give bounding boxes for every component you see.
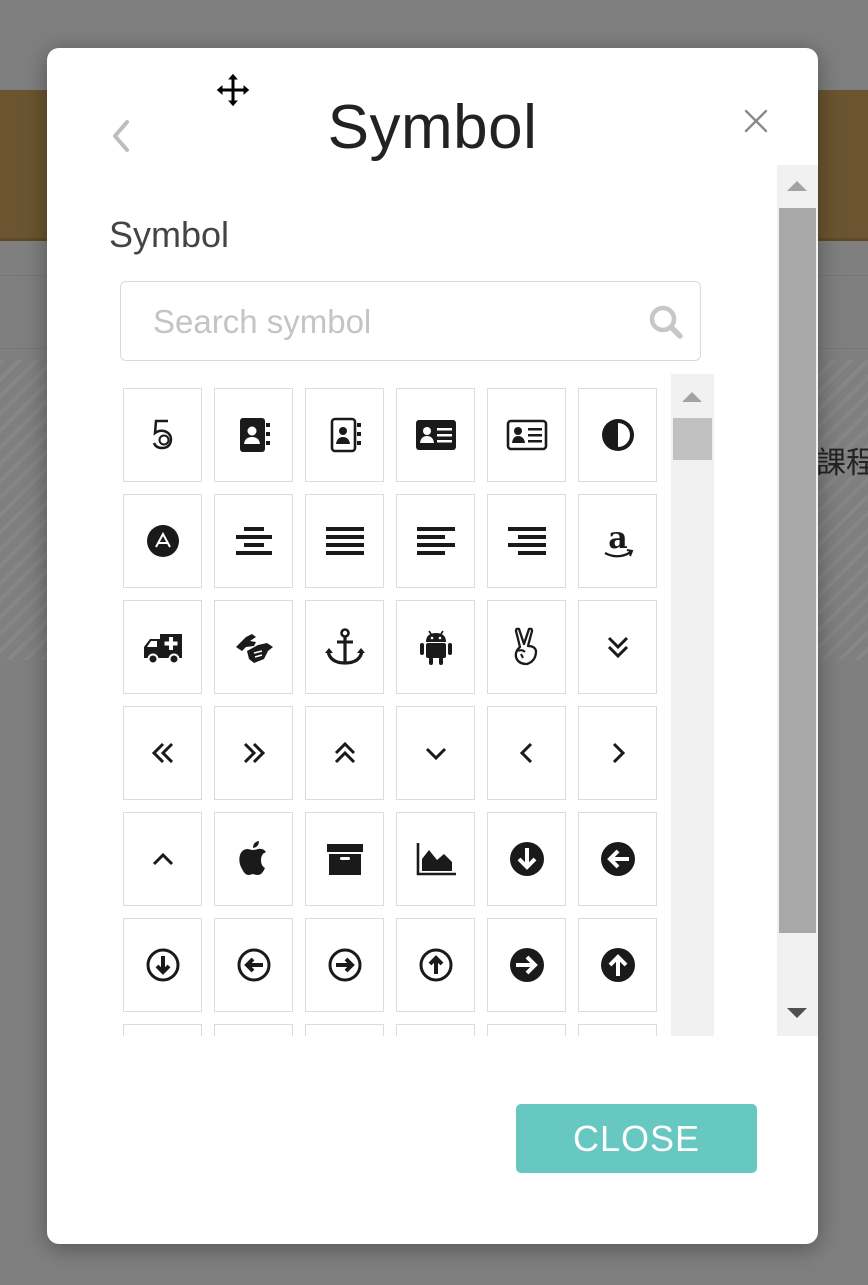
symbol-tile[interactable]	[123, 1024, 202, 1036]
symbol-tile-address-card[interactable]	[396, 388, 475, 482]
dialog-scrollbar[interactable]	[777, 165, 818, 1036]
area-chart-icon	[416, 843, 456, 876]
angle-double-up-icon	[334, 741, 355, 764]
scroll-down-arrow-icon[interactable]	[787, 1008, 807, 1018]
angle-left-icon	[519, 742, 532, 764]
sign-language-icon	[235, 634, 273, 663]
symbol-tile-arrow-circle-o-left[interactable]	[214, 918, 293, 1012]
angle-up-icon	[152, 852, 173, 866]
search-input[interactable]	[151, 296, 635, 348]
symbol-tile-align-right[interactable]	[487, 494, 566, 588]
symbol-tile[interactable]	[214, 1024, 293, 1036]
arrow-circle-up-icon	[600, 948, 635, 982]
symbol-tile-align-left[interactable]	[396, 494, 475, 588]
symbol-tile-angle-down[interactable]	[396, 706, 475, 800]
close-button[interactable]: CLOSE	[516, 1104, 757, 1173]
symbol-tile-angellist[interactable]	[487, 600, 566, 694]
symbol-tile-arrow-circle-down[interactable]	[487, 812, 566, 906]
symbol-tile-arrow-circle-o-down[interactable]	[123, 918, 202, 1012]
symbol-tile-address-book[interactable]	[214, 388, 293, 482]
symbol-tile-arrow-circle-right[interactable]	[487, 918, 566, 1012]
arrow-circle-o-left-icon	[237, 948, 270, 982]
symbol-tile-500px[interactable]	[123, 388, 202, 482]
symbol-tile[interactable]	[305, 1024, 384, 1036]
background-text: 課程	[816, 446, 868, 481]
adn-icon	[146, 525, 179, 557]
apple-icon	[238, 841, 266, 875]
symbol-tile[interactable]	[487, 1024, 566, 1036]
symbol-tile-area-chart[interactable]	[396, 812, 475, 906]
angle-double-down-icon	[607, 636, 628, 659]
arrow-circle-left-icon	[600, 842, 635, 876]
symbol-tile-address-book-o[interactable]	[305, 388, 384, 482]
symbol-tile-arrow-circle-o-up[interactable]	[396, 918, 475, 1012]
scrollbar-thumb[interactable]	[779, 208, 816, 933]
symbol-tile-ambulance[interactable]	[123, 600, 202, 694]
symbol-dialog: Symbol Symbol Search symbol a CLOSE	[47, 48, 818, 1244]
symbol-tile-android[interactable]	[396, 600, 475, 694]
symbol-tile-align-center[interactable]	[214, 494, 293, 588]
symbol-tile-angle-double-down[interactable]	[578, 600, 657, 694]
symbol-grid: a	[123, 374, 715, 1036]
angle-double-right-icon	[243, 742, 265, 764]
symbol-tile-angle-double-right[interactable]	[214, 706, 293, 800]
section-label: Symbol	[109, 214, 230, 255]
angle-double-left-icon	[151, 742, 173, 764]
symbol-tile-angle-right[interactable]	[578, 706, 657, 800]
scroll-up-arrow-icon[interactable]	[787, 181, 807, 191]
address-card-o-icon	[506, 419, 547, 451]
symbol-tile-arrow-circle-o-right[interactable]	[305, 918, 384, 1012]
align-justify-icon	[325, 527, 364, 555]
align-center-icon	[235, 527, 272, 555]
scrollbar-thumb[interactable]	[673, 418, 712, 460]
symbol-tile-anchor[interactable]	[305, 600, 384, 694]
angellist-icon	[514, 627, 537, 666]
symbol-tile[interactable]	[396, 1024, 475, 1036]
symbol-tile-arrow-circle-left[interactable]	[578, 812, 657, 906]
address-book-o-icon	[330, 417, 361, 453]
angle-right-icon	[612, 742, 625, 764]
symbol-tile-adjust[interactable]	[578, 388, 657, 482]
svg-text:a: a	[608, 521, 627, 556]
anchor-icon	[324, 628, 365, 665]
archive-icon	[326, 844, 363, 875]
search-field	[120, 281, 701, 361]
scroll-up-arrow-icon[interactable]	[682, 392, 702, 402]
arrow-circle-down-icon	[509, 842, 544, 876]
align-left-icon	[416, 527, 455, 555]
symbol-tile-angle-up[interactable]	[123, 812, 202, 906]
symbol-tile-angle-left[interactable]	[487, 706, 566, 800]
arrow-circle-o-down-icon	[146, 948, 179, 982]
symbol-tile-apple[interactable]	[214, 812, 293, 906]
android-icon	[419, 630, 452, 665]
align-right-icon	[507, 527, 546, 555]
symbol-tile-address-card-o[interactable]	[487, 388, 566, 482]
dialog-title: Symbol	[327, 93, 538, 162]
symbol-tile-archive[interactable]	[305, 812, 384, 906]
symbol-grid-scrollbar[interactable]	[671, 374, 714, 1036]
ambulance-icon	[143, 634, 182, 665]
angle-down-icon	[425, 747, 446, 761]
500px-icon	[152, 419, 172, 450]
arrow-circle-right-icon	[509, 948, 544, 982]
close-icon[interactable]	[739, 104, 773, 138]
symbol-tile-amazon[interactable]: a	[578, 494, 657, 588]
address-card-icon	[415, 420, 456, 450]
search-icon[interactable]	[648, 304, 684, 340]
symbol-tile-align-justify[interactable]	[305, 494, 384, 588]
symbol-tile-angle-double-left[interactable]	[123, 706, 202, 800]
symbol-tile[interactable]	[578, 1024, 657, 1036]
amazon-icon: a	[603, 521, 633, 558]
arrow-circle-o-right-icon	[328, 948, 361, 982]
symbol-tile-angle-double-up[interactable]	[305, 706, 384, 800]
adjust-icon	[601, 419, 634, 451]
address-book-icon	[239, 418, 270, 452]
symbol-tile-adn[interactable]	[123, 494, 202, 588]
symbol-tile-arrow-circle-up[interactable]	[578, 918, 657, 1012]
symbol-tile-sign-language[interactable]	[214, 600, 293, 694]
arrow-circle-o-up-icon	[419, 948, 452, 982]
